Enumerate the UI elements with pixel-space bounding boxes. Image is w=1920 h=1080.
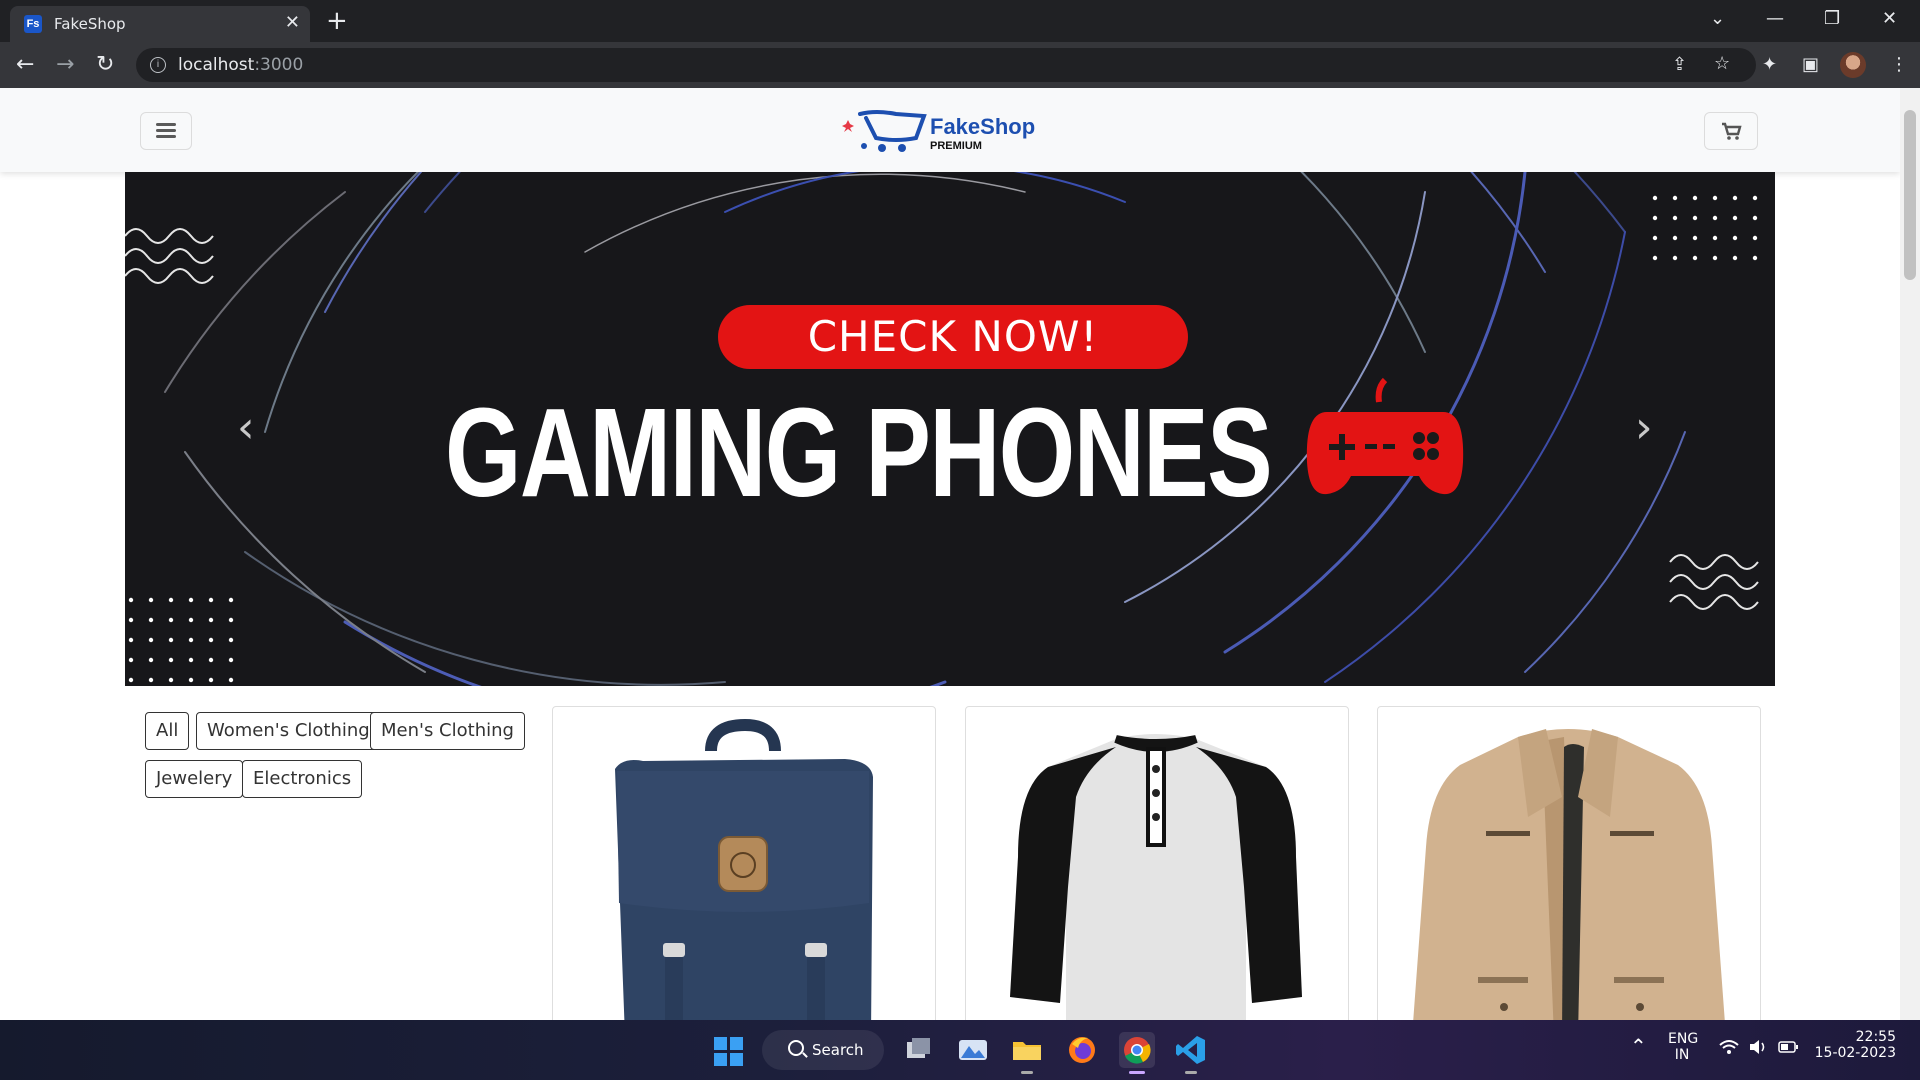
windows-taskbar: Search ⌃ ENG IN 22:55 15-02-2023	[0, 1020, 1920, 1080]
henley-shirt-image	[1010, 734, 1302, 1020]
banner-headline: GAMING PHONES	[445, 382, 1273, 523]
product-card[interactable]	[1377, 706, 1761, 1020]
language-indicator[interactable]: ENG IN	[1668, 1031, 1699, 1063]
windows-start-icon[interactable]	[714, 1037, 744, 1067]
system-clock[interactable]: 22:55 15-02-2023	[1812, 1029, 1896, 1061]
carousel-next-icon[interactable]: ›	[1635, 402, 1653, 453]
chrome-icon[interactable]	[1119, 1032, 1155, 1074]
app-running-indicator	[1185, 1071, 1197, 1074]
extensions-icon[interactable]: ✦	[1762, 54, 1777, 75]
filter-electronics-button[interactable]: Electronics	[242, 760, 363, 798]
browser-tab-strip: Fs FakeShop ✕ + ⌄ — ❐ ✕	[0, 0, 1920, 42]
chrome-menu-icon[interactable]: ⋮	[1890, 54, 1908, 75]
menu-icon-bar	[156, 129, 176, 132]
cart-icon	[1722, 122, 1742, 140]
clock-time: 22:55	[1855, 1029, 1896, 1045]
firefox-icon[interactable]	[1064, 1032, 1100, 1068]
reload-icon[interactable]: ↻	[96, 52, 114, 77]
close-window-button[interactable]: ✕	[1882, 8, 1897, 29]
clock-date: 15-02-2023	[1814, 1045, 1896, 1061]
gamepad-icon	[1306, 377, 1464, 495]
cart-button[interactable]	[1704, 112, 1758, 150]
product-card[interactable]	[965, 706, 1349, 1020]
menu-icon-bar	[156, 135, 176, 138]
new-tab-button[interactable]: +	[326, 6, 348, 36]
tab-title: FakeShop	[54, 15, 126, 33]
filter-jewelery-button[interactable]: Jewelery	[145, 760, 244, 798]
logo-tagline: PREMIUM	[930, 140, 982, 152]
share-icon[interactable]: ⇪	[1672, 54, 1687, 75]
site-navbar: FakeShop PREMIUM	[0, 88, 1900, 172]
vscode-icon[interactable]	[1173, 1032, 1209, 1074]
product-card[interactable]	[552, 706, 936, 1020]
khaki-jacket-image	[1413, 729, 1725, 1020]
taskbar-search-label: Search	[812, 1041, 864, 1059]
profile-avatar[interactable]	[1840, 52, 1866, 78]
hamburger-menu-button[interactable]	[140, 112, 192, 150]
filter-mens-clothing-button[interactable]: Men's Clothing	[370, 712, 525, 750]
filter-womens-clothing-button[interactable]: Women's Clothing	[196, 712, 381, 750]
page-viewport: FakeShop PREMIUM CHECK NOW! GAMING PHONE…	[0, 88, 1900, 1020]
filter-all-button[interactable]: All	[145, 712, 190, 750]
cart-logo-icon	[842, 110, 927, 152]
app-active-indicator	[1129, 1071, 1145, 1074]
logo-name: FakeShop	[930, 114, 1036, 139]
scrollbar-thumb[interactable]	[1904, 110, 1916, 280]
wifi-icon[interactable]	[1718, 1038, 1740, 1060]
carousel-prev-icon[interactable]: ‹	[237, 402, 255, 453]
address-bar[interactable]: i localhost:3000 ⇪ ☆	[136, 48, 1756, 82]
battery-icon[interactable]	[1778, 1039, 1800, 1059]
task-view-icon[interactable]	[900, 1032, 936, 1068]
volume-icon[interactable]	[1748, 1038, 1770, 1060]
side-panel-icon[interactable]: ▣	[1802, 54, 1819, 75]
search-icon	[788, 1040, 804, 1056]
page-scrollbar[interactable]	[1900, 88, 1920, 1020]
site-logo[interactable]: FakeShop PREMIUM	[836, 104, 1046, 158]
restore-button[interactable]: ❐	[1824, 8, 1840, 29]
browser-tab[interactable]: Fs FakeShop ✕	[10, 6, 310, 42]
backpack-image	[615, 718, 873, 1020]
tab-close-icon[interactable]: ✕	[285, 12, 300, 33]
favicon-icon: Fs	[24, 15, 42, 33]
tray-overflow-icon[interactable]: ⌃	[1630, 1034, 1647, 1058]
address-text: localhost:3000	[178, 55, 304, 75]
taskbar-search-button[interactable]: Search	[762, 1030, 884, 1070]
region-code: IN	[1674, 1047, 1690, 1063]
photos-app-icon[interactable]	[955, 1032, 991, 1068]
browser-toolbar: ← → ↻ i localhost:3000 ⇪ ☆ ✦ ▣ ⋮	[0, 42, 1920, 88]
file-explorer-icon[interactable]	[1009, 1032, 1045, 1074]
minimize-button[interactable]: —	[1766, 8, 1784, 29]
back-icon[interactable]: ←	[16, 52, 34, 77]
forward-icon[interactable]: →	[56, 52, 74, 77]
tab-search-icon[interactable]: ⌄	[1710, 8, 1725, 29]
check-now-button[interactable]: CHECK NOW!	[718, 305, 1188, 369]
bookmark-star-icon[interactable]: ☆	[1714, 53, 1730, 74]
language-code: ENG	[1668, 1031, 1699, 1047]
menu-icon	[156, 123, 176, 126]
hero-banner: CHECK NOW! GAMING PHONES ‹ ›	[125, 172, 1775, 686]
app-running-indicator	[1021, 1071, 1033, 1074]
site-info-icon[interactable]: i	[150, 57, 166, 73]
